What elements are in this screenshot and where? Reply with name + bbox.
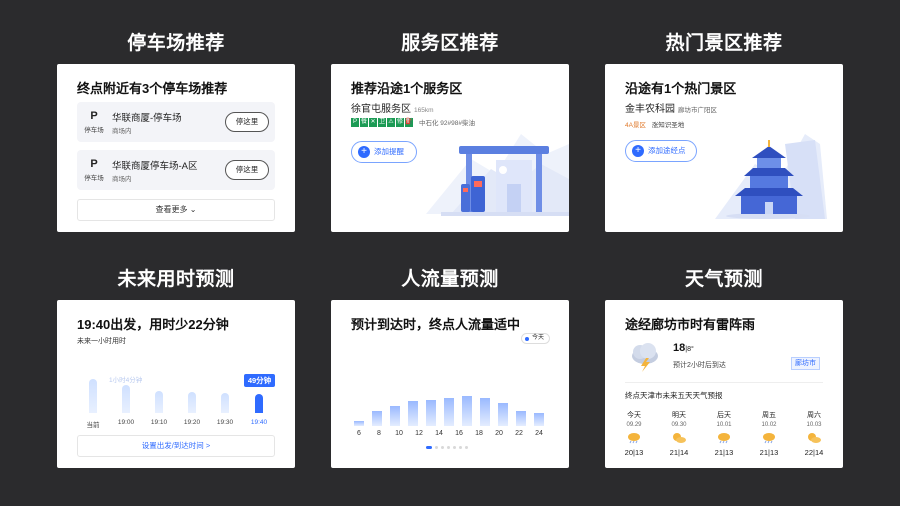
forecast-day: 后天 10.01 21|13 [714,412,734,457]
forecast-day: 明天 09.30 21|14 [669,412,689,457]
travel-time-x-label: 19:00 [117,419,135,426]
parking-card: 终点附近有3个停车场推荐 P 停车场 华联商厦-停车场 商场内 停这里 P 停车… [57,64,295,232]
parking-name: 华联商厦-停车场 [112,113,182,124]
crowd-bar [444,398,454,426]
crowd-bar [354,421,364,426]
travel-time-x-label: 19:30 [216,419,234,426]
today-badge[interactable]: 今天 [521,333,551,344]
park-here-button[interactable]: 停这里 [225,160,269,180]
crowd-x-label: 24 [535,430,543,437]
page-dot[interactable] [447,446,450,449]
travel-time-title: 19:40出发，用时少22分钟 [77,317,229,332]
crowd-x-label: 22 [515,430,523,437]
parking-item[interactable]: P 停车场 华联商厦停车场-A区 商场内 停这里 [77,150,275,190]
travel-time-x-label: 19:10 [150,419,168,426]
crowd-bar [408,401,418,426]
crowd-bar [390,406,400,426]
page-dot[interactable] [441,446,444,449]
dot-icon [525,337,529,341]
crowd-bar [372,411,382,426]
parking-sub: 商场内 [112,176,132,183]
travel-time-bar [89,379,97,413]
travel-time-bar [188,392,196,413]
parking-name: 华联商厦停车场-A区 [112,161,198,172]
page-dot[interactable] [465,446,468,449]
travel-time-faint-label: 1小时4分钟 [109,377,143,384]
set-time-button[interactable]: 设置出发/到达时间 > [77,435,275,457]
thunderstorm-icon [632,343,658,372]
heading-scenic: 热门景区推荐 [665,33,783,54]
forecast-day: 周六 10.03 22|14 [804,412,824,457]
travel-time-bar [155,391,163,413]
travel-time-x-label: 19:20 [183,419,201,426]
service-card: 推荐沿途1个服务区 徐官屯服务区 165km P 餐 ✕ 卫 ⚠ 修 ⛽ 中石化 … [331,64,569,232]
partly-cloudy-icon [673,433,686,443]
parking-title: 终点附近有3个停车场推荐 [77,81,228,96]
crowd-bar [516,411,526,426]
crowd-x-label: 16 [455,430,463,437]
page-dot[interactable] [459,446,462,449]
partly-cloudy-icon [808,433,821,443]
parking-p-icon: P 停车场 [84,158,104,182]
weather-title: 途经廊坊市时有雷阵雨 [625,317,756,332]
rain-cloud-icon [763,433,775,444]
crowd-x-label: 12 [415,430,423,437]
weather-card: 途经廊坊市时有雷阵雨 18|8° 预计2小时后到达 廊坊市 终点天津市未来五天天… [605,300,843,468]
crowd-x-label: 14 [435,430,443,437]
page-dot[interactable] [453,446,456,449]
crowd-bar [426,400,436,426]
travel-time-x-label: 19:40 [250,419,268,426]
heading-service: 服务区推荐 [401,33,499,54]
crowd-title: 预计到达时，终点人流量适中 [351,317,521,332]
crowd-x-label: 10 [395,430,403,437]
forecast-day: 周五 10.02 21|13 [759,412,779,457]
parking-p-icon: P 停车场 [84,110,104,134]
park-here-button[interactable]: 停这里 [225,112,269,132]
crowd-x-label: 18 [475,430,483,437]
weather-temp: 18|8° [673,342,694,354]
forecast-day: 今天 09.29 20|13 [624,412,644,457]
rain-cloud-icon [718,433,730,444]
scenic-card: 沿途有1个热门景区 金丰农科园 廊坊市广阳区 4A景区 涨知识圣地 + 添加途经点 [605,64,843,232]
crowd-x-label: 6 [357,430,361,437]
crowd-x-label: 20 [495,430,503,437]
crowd-bar [534,413,544,426]
temple-illustration [715,134,827,219]
divider [625,382,823,383]
crowd-bar [480,398,490,426]
forecast-title: 终点天津市未来五天天气预报 [625,391,723,400]
parking-sub: 商场内 [112,128,132,135]
weather-desc: 预计2小时后到达 [673,362,726,369]
travel-time-bar [122,385,130,413]
gas-station-illustration [426,134,569,216]
page-dot[interactable] [426,446,432,449]
rain-cloud-icon [628,433,640,444]
heading-parking: 停车场推荐 [127,33,225,54]
crowd-x-label: 8 [377,430,381,437]
heading-weather: 天气预测 [684,269,763,290]
travel-time-bar [221,393,229,413]
travel-time-badge: 49分钟 [244,374,275,387]
travel-time-subtitle: 未来一小时用时 [77,338,126,345]
travel-time-bar [255,394,263,413]
travel-time-card: 19:40出发，用时少22分钟 未来一小时用时 1小时4分钟 49分钟 当前 19… [57,300,295,468]
heading-travel-time: 未来用时预测 [117,269,235,290]
heading-crowd: 人流量预测 [401,269,499,290]
travel-time-x-label: 当前 [86,422,100,429]
page-dot[interactable] [435,446,438,449]
crowd-bar [462,396,472,426]
weather-city-badge: 廊坊市 [791,357,820,370]
parking-item[interactable]: P 停车场 华联商厦-停车场 商场内 停这里 [77,102,275,142]
crowd-card: 预计到达时，终点人流量适中 今天 6 8 10 12 14 16 18 20 22 24 [331,300,569,468]
view-more-button[interactable]: 查看更多 ⌄ [77,199,275,221]
crowd-bar [498,403,508,426]
